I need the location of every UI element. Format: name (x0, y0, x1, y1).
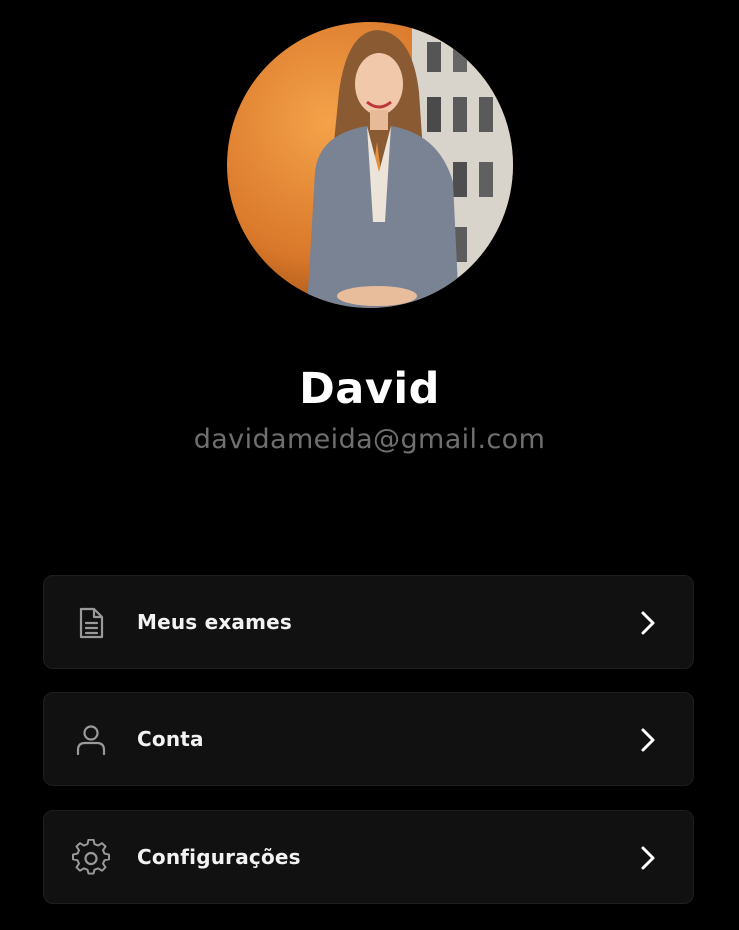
profile-name: David (299, 364, 440, 414)
profile-photo (227, 22, 513, 308)
menu-item-label: Conta (137, 727, 204, 751)
menu-item-label: Meus exames (137, 610, 293, 634)
menu-item-conta[interactable]: Conta (43, 692, 694, 786)
gear-icon (72, 839, 110, 875)
user-icon (76, 725, 106, 756)
menu-item-label: Configurações (137, 845, 301, 869)
chevron-right-icon (641, 611, 655, 635)
menu-item-meus-exames[interactable]: Meus exames (43, 575, 694, 669)
chevron-right-icon (641, 846, 655, 870)
chevron-right-icon (641, 728, 655, 752)
document-icon (79, 607, 104, 639)
menu-item-configuracoes[interactable]: Configurações (43, 810, 694, 904)
profile-email: davidameida@gmail.com (193, 424, 546, 455)
avatar[interactable] (227, 22, 513, 308)
